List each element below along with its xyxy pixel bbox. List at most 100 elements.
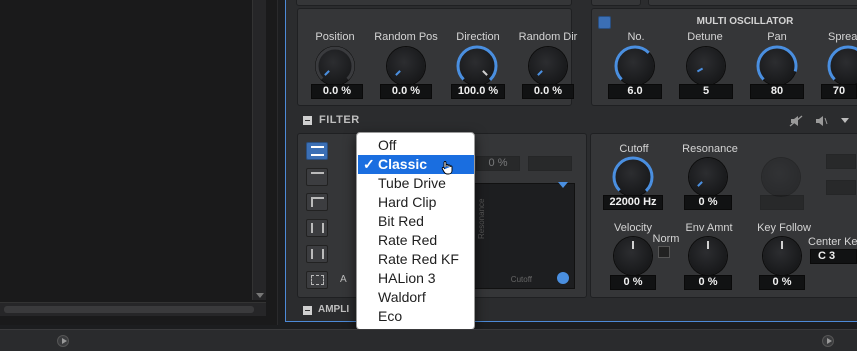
dropdown-item[interactable]: Bit Red (358, 212, 474, 231)
random-pos-knob[interactable] (387, 47, 425, 85)
dropdown-item-label: Off (378, 137, 397, 153)
detune-knob[interactable] (687, 47, 725, 85)
knob-value[interactable]: 80 (750, 84, 804, 99)
key-follow-knob[interactable] (763, 237, 801, 275)
dropdown-item[interactable]: Hard Clip (358, 193, 474, 212)
dropdown-item-label: Hard Clip (378, 194, 437, 210)
filter-serial-icon (311, 172, 324, 182)
knob-value[interactable]: 0.0 % (311, 84, 363, 99)
dropdown-item-label: Eco (378, 308, 403, 324)
play-icon[interactable] (822, 335, 834, 347)
dropdown-item[interactable]: Eco (358, 307, 474, 326)
knob-label: Position (315, 31, 355, 43)
speaker-off-icon[interactable] (789, 114, 803, 127)
vertical-scrollbar[interactable] (252, 0, 266, 300)
knob-label: Spread (828, 31, 857, 43)
hidden-field: 0 % (476, 156, 520, 171)
knob-value[interactable]: 0 % (684, 195, 732, 210)
norm-label: Norm (652, 233, 680, 245)
dropdown-item[interactable]: Tube Drive (358, 174, 474, 193)
knob-label: Cutoff (619, 143, 649, 155)
knob-value[interactable]: 0 % (684, 275, 732, 290)
knob-value[interactable]: 0 % (759, 275, 805, 290)
dropdown-item-label: Rate Red KF (378, 251, 459, 267)
osc-number-knob[interactable] (614, 45, 656, 87)
random-dir-knob[interactable] (529, 47, 567, 85)
filter-title: FILTER (319, 114, 360, 126)
top-strip (591, 0, 641, 6)
filter-routing-button[interactable] (306, 245, 328, 263)
dropdown-item-selected[interactable]: ✓ Classic (358, 155, 474, 175)
scrollbar-thumb[interactable] (4, 306, 254, 313)
collapse-icon[interactable] (303, 306, 312, 315)
position-knob[interactable] (315, 46, 355, 86)
knob-label: Pan (767, 31, 787, 43)
knob-label: Random Dir (518, 31, 578, 43)
resonance-knob[interactable] (689, 158, 727, 196)
filter-grid-icon (311, 275, 324, 285)
filter-split-icon (311, 249, 324, 259)
filter-a-label: A (340, 274, 347, 285)
knob-arc (827, 45, 857, 87)
knob-label: Key Follow (757, 222, 811, 234)
filter-split-icon (311, 223, 324, 233)
disabled-knob (762, 158, 800, 196)
amplifier-title: AMPLI (318, 304, 350, 315)
knob-arc (456, 45, 498, 87)
mute-icon[interactable] (814, 114, 828, 126)
dropdown-item[interactable]: HALion 3 (358, 269, 474, 288)
filter-routing-button[interactable] (306, 168, 328, 186)
knob-value[interactable]: 22000 Hz (603, 195, 663, 210)
multi-osc-title: MULTI OSCILLATOR (696, 16, 794, 27)
knob-value[interactable]: 70 (821, 84, 857, 99)
filter-routing-button[interactable] (306, 219, 328, 237)
knob-label: Detune (687, 31, 723, 43)
disabled-field (826, 154, 856, 169)
dropdown-item-label: Rate Red (378, 232, 438, 248)
checkmark-icon: ✓ (363, 156, 375, 172)
play-icon[interactable] (57, 335, 69, 347)
disabled-field (760, 195, 804, 210)
disabled-field (826, 180, 856, 195)
knob-value[interactable]: 5 (679, 84, 733, 99)
filter-xy-pad[interactable]: Cutoff Resonance (473, 182, 575, 289)
filter-routing-button[interactable] (306, 142, 328, 160)
pan-knob[interactable] (756, 45, 798, 87)
filter-routing-button[interactable] (306, 271, 328, 289)
env-amnt-knob[interactable] (689, 237, 727, 275)
top-strip (296, 0, 572, 6)
hidden-field (528, 156, 572, 171)
dropdown-item[interactable]: Rate Red (358, 231, 474, 250)
knob-value[interactable]: 0.0 % (522, 84, 574, 99)
knob-value[interactable]: 0 % (610, 275, 656, 290)
dropdown-item[interactable]: Waldorf (358, 288, 474, 307)
horizontal-scrollbar[interactable] (0, 302, 266, 316)
filter-routing-button[interactable] (306, 193, 328, 211)
multi-osc-enable-toggle[interactable] (598, 16, 611, 29)
scroll-down-arrow-icon[interactable] (256, 293, 264, 298)
direction-knob[interactable] (456, 45, 498, 87)
knob-label: Resonance (682, 143, 738, 155)
dropdown-item-label: Bit Red (378, 213, 424, 229)
xy-pad-handle[interactable] (557, 272, 569, 284)
filter-type-dropdown[interactable]: Off ✓ Classic Tube Drive Hard Clip Bit Re… (356, 132, 475, 330)
filter-header: FILTER (297, 112, 857, 130)
knob-label: Random Pos (374, 31, 438, 43)
knob-value[interactable]: 100.0 % (451, 84, 505, 99)
xy-pad-marker[interactable] (558, 182, 568, 188)
knob-label: Env Amnt (685, 222, 733, 234)
knob-arc (612, 156, 654, 198)
velocity-knob[interactable] (614, 237, 652, 275)
spread-knob[interactable] (827, 45, 857, 87)
knob-label: No. (627, 31, 645, 43)
dropdown-item-label: Classic (378, 156, 428, 172)
dropdown-item[interactable]: Off (358, 136, 474, 155)
knob-value[interactable]: 6.0 (608, 84, 662, 99)
collapse-icon[interactable] (303, 116, 312, 125)
norm-checkbox[interactable] (658, 246, 670, 258)
cutoff-knob[interactable] (612, 156, 654, 198)
chevron-down-icon[interactable] (841, 118, 849, 123)
dropdown-item[interactable]: Rate Red KF (358, 250, 474, 269)
center-key-field[interactable]: C 3 (810, 249, 857, 264)
knob-value[interactable]: 0.0 % (380, 84, 432, 99)
